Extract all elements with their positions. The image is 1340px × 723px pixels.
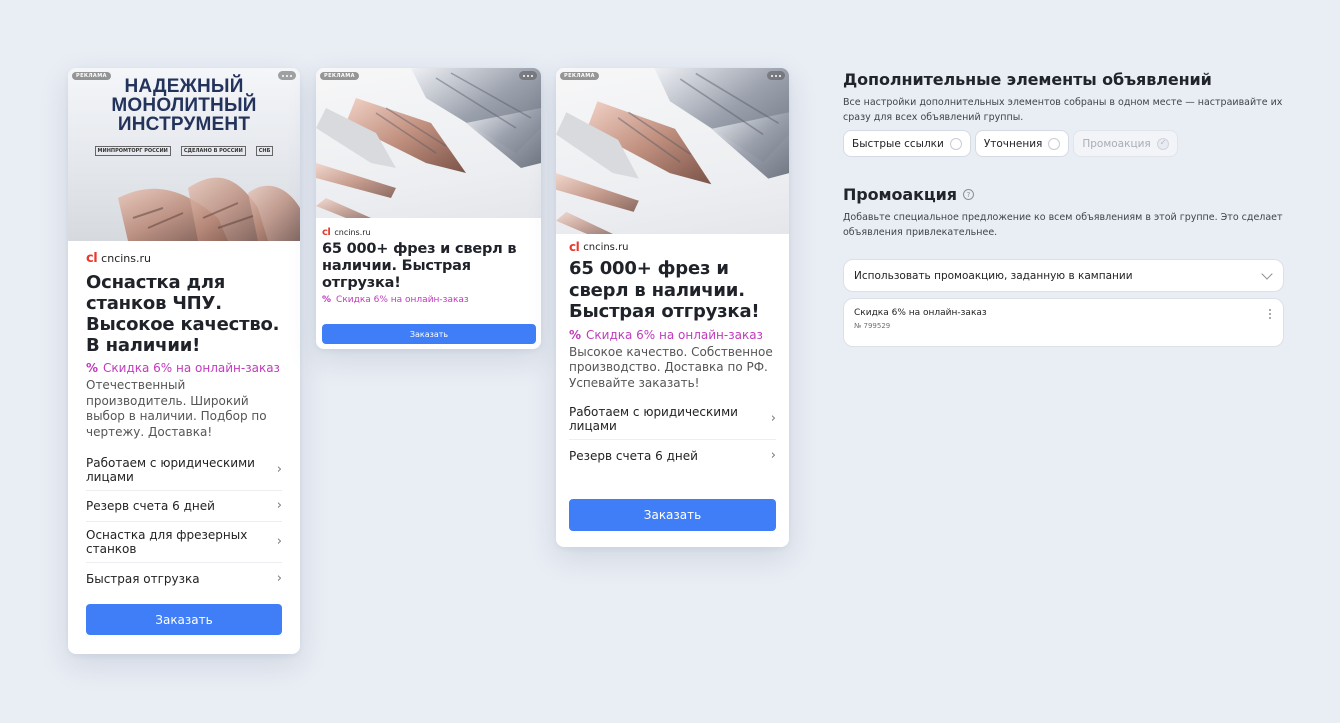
checkbox-icon[interactable] bbox=[949, 137, 962, 150]
minpromtorg-logo: МИНПРОМТОРГ РОССИИ bbox=[94, 146, 171, 156]
advertiser-domain[interactable]: cl cncins.ru bbox=[86, 251, 282, 266]
promo-item-number: № 799529 bbox=[854, 322, 891, 330]
partner-logos: МИНПРОМТОРГ РОССИИ СДЕЛАНО В РОССИИ СНБ bbox=[68, 146, 300, 156]
end-mills-illustration bbox=[556, 68, 789, 234]
hero-title: НАДЕЖНЫЙ МОНОЛИТНЫЙ ИНСТРУМЕНТ bbox=[111, 76, 257, 135]
advertiser-domain[interactable]: cl cncins.ru bbox=[322, 227, 536, 238]
sitelinks-list: Работаем с юридическими лицами › Резерв с… bbox=[86, 450, 282, 594]
sitelinks-list: Работаем с юридическими лицами › Резерв с… bbox=[569, 399, 776, 471]
end-mills-illustration bbox=[316, 68, 541, 218]
chevron-right-icon: › bbox=[276, 462, 282, 477]
ad-extensions-panel: Дополнительные элементы объявлений Все н… bbox=[843, 70, 1284, 347]
more-icon[interactable] bbox=[767, 71, 785, 80]
extras-chips: Быстрые ссылки Уточнения Промоакция bbox=[843, 130, 1284, 157]
snb-logo: СНБ bbox=[255, 146, 274, 156]
sitelink[interactable]: Работаем с юридическими лицами › bbox=[86, 450, 282, 491]
check-icon bbox=[1156, 137, 1169, 150]
sitelink[interactable]: Оснастка для фрезерных станков › bbox=[86, 522, 282, 563]
ad-title[interactable]: Оснастка для станков ЧПУ. Высокое качест… bbox=[86, 272, 282, 356]
ad-product-image bbox=[556, 68, 789, 234]
order-button[interactable]: Заказать bbox=[322, 324, 536, 344]
percent-icon: % bbox=[569, 327, 582, 342]
sitelink[interactable]: Резерв счета 6 дней › bbox=[86, 491, 282, 522]
chevron-right-icon: › bbox=[276, 570, 282, 586]
sitelink[interactable]: Работаем с юридическими лицами › bbox=[569, 399, 776, 440]
ad-hero-image: НАДЕЖНЫЙ МОНОЛИТНЫЙ ИНСТРУМЕНТ МИНПРОМТО… bbox=[68, 68, 300, 241]
brand-logo-icon: cl bbox=[86, 251, 98, 266]
chip-quick-links[interactable]: Быстрые ссылки bbox=[843, 130, 971, 157]
ad-description: Отечественный производитель. Широкий выб… bbox=[86, 378, 267, 439]
extras-description: Все настройки дополнительных элементов с… bbox=[843, 97, 1283, 123]
order-button[interactable]: Заказать bbox=[569, 499, 776, 531]
ad-label: РЕКЛАМА bbox=[320, 72, 359, 80]
more-icon[interactable] bbox=[278, 71, 296, 80]
ad-product-image bbox=[316, 68, 541, 218]
ad-label: РЕКЛАМА bbox=[560, 72, 599, 80]
help-icon[interactable]: ? bbox=[962, 189, 974, 200]
brand-logo-icon: cl bbox=[322, 227, 331, 238]
checkbox-icon[interactable] bbox=[1048, 137, 1061, 150]
promo-source-select[interactable]: Использовать промоакцию, заданную в камп… bbox=[843, 259, 1284, 292]
chevron-right-icon: › bbox=[276, 534, 282, 549]
ad-preview-card-medium[interactable]: РЕКЛАМА cl cncins.ru 65 000+ фрез и свер… bbox=[556, 68, 789, 547]
order-button[interactable]: Заказать bbox=[86, 604, 282, 635]
ad-preview-card-compact[interactable]: РЕКЛАМА cl cncins.ru 65 000+ фрез и свер… bbox=[316, 68, 541, 349]
promo-line: % Скидка 6% на онлайн-заказ bbox=[86, 361, 280, 375]
ad-preview-card-tall[interactable]: РЕКЛАМА НАДЕЖНЫЙ МОНОЛИТНЫЙ ИНСТРУМЕНТ М… bbox=[68, 68, 300, 654]
percent-icon: % bbox=[322, 295, 332, 305]
promo-line: % Скидка 6% на онлайн-заказ bbox=[569, 327, 763, 342]
promo-line: % Скидка 6% на онлайн-заказ bbox=[322, 295, 469, 305]
more-icon[interactable] bbox=[519, 71, 537, 80]
advertiser-domain[interactable]: cl cncins.ru bbox=[569, 240, 776, 254]
promo-description: Добавьте специальное предложение ко всем… bbox=[843, 212, 1283, 238]
sitelink[interactable]: Резерв счета 6 дней › bbox=[569, 440, 776, 471]
chevron-right-icon: › bbox=[770, 447, 776, 463]
chevron-right-icon: › bbox=[276, 498, 282, 513]
made-in-russia-logo: СДЕЛАНО В РОССИИ bbox=[180, 146, 246, 156]
ad-label: РЕКЛАМА bbox=[72, 72, 111, 80]
kebab-menu-icon[interactable] bbox=[1269, 309, 1271, 319]
chip-promo: Промоакция bbox=[1073, 130, 1178, 157]
promo-item-title: Скидка 6% на онлайн-заказ bbox=[854, 308, 987, 318]
ad-description: Высокое качество. Собственное производст… bbox=[569, 344, 773, 390]
promo-section-title: Промоакция ? bbox=[843, 185, 1284, 204]
sitelink[interactable]: Быстрая отгрузка › bbox=[86, 563, 282, 594]
brand-logo-icon: cl bbox=[569, 240, 580, 254]
ad-title[interactable]: 65 000+ фрез и сверл в наличии. Быстрая … bbox=[322, 241, 536, 292]
promo-section: Промоакция ? Добавьте специальное предло… bbox=[843, 185, 1284, 347]
chevron-down-icon bbox=[1261, 267, 1273, 280]
extras-title: Дополнительные элементы объявлений bbox=[843, 70, 1212, 89]
promo-item-card[interactable]: Скидка 6% на онлайн-заказ № 799529 bbox=[843, 298, 1284, 347]
ad-title[interactable]: 65 000+ фрез и сверл в наличии. Быстрая … bbox=[569, 258, 776, 323]
chip-callouts[interactable]: Уточнения bbox=[974, 130, 1070, 157]
chevron-right-icon: › bbox=[770, 411, 776, 426]
percent-icon: % bbox=[86, 361, 99, 375]
